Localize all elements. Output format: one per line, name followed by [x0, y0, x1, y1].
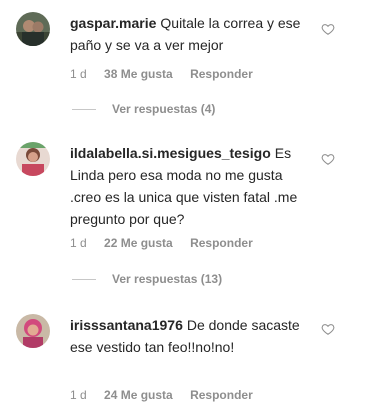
reply-button[interactable]: Responder	[190, 67, 253, 81]
comment-meta: 1 d 38 Me gusta Responder	[70, 67, 267, 81]
comment-likes[interactable]: 22 Me gusta	[104, 236, 173, 250]
comment-likes[interactable]: 38 Me gusta	[104, 67, 173, 81]
comments-list: gaspar.marie Quitale la correa y ese paño…	[0, 0, 365, 413]
comment-age[interactable]: 1 d	[70, 236, 87, 250]
heart-icon[interactable]	[321, 22, 335, 36]
comment-age[interactable]: 1 d	[70, 67, 87, 81]
avatar[interactable]	[16, 142, 50, 176]
view-replies-label: Ver respuestas (4)	[112, 102, 216, 116]
comment-meta: 1 d 24 Me gusta Responder	[70, 388, 267, 402]
comment-item: ildalabella.si.mesigues_tesigo Es Linda p…	[0, 130, 365, 300]
comment-text-block: ildalabella.si.mesigues_tesigo Es Linda p…	[70, 142, 310, 230]
replies-divider	[72, 279, 96, 281]
view-replies-button[interactable]: Ver respuestas (13)	[72, 272, 222, 288]
comment-text-block: gaspar.marie Quitale la correa y ese paño…	[70, 12, 310, 56]
view-replies-label: Ver respuestas (13)	[112, 272, 223, 286]
comment-item: gaspar.marie Quitale la correa y ese paño…	[0, 0, 365, 130]
heart-icon[interactable]	[321, 322, 335, 336]
comment-text-block: irisssantana1976 De donde sacaste ese ves…	[70, 314, 310, 358]
replies-divider	[72, 109, 96, 111]
comment-username[interactable]: ildalabella.si.mesigues_tesigo	[70, 145, 271, 161]
comment-item: irisssantana1976 De donde sacaste ese ves…	[0, 300, 365, 413]
comment-likes[interactable]: 24 Me gusta	[104, 388, 173, 402]
view-replies-button[interactable]: Ver respuestas (4)	[72, 102, 215, 118]
reply-button[interactable]: Responder	[190, 236, 253, 250]
comment-username[interactable]: irisssantana1976	[70, 317, 183, 333]
heart-icon[interactable]	[321, 152, 335, 166]
reply-button[interactable]: Responder	[190, 388, 253, 402]
comment-age[interactable]: 1 d	[70, 388, 87, 402]
avatar[interactable]	[16, 314, 50, 348]
comment-username[interactable]: gaspar.marie	[70, 15, 156, 31]
comment-meta: 1 d 22 Me gusta Responder	[70, 236, 267, 250]
avatar[interactable]	[16, 12, 50, 46]
